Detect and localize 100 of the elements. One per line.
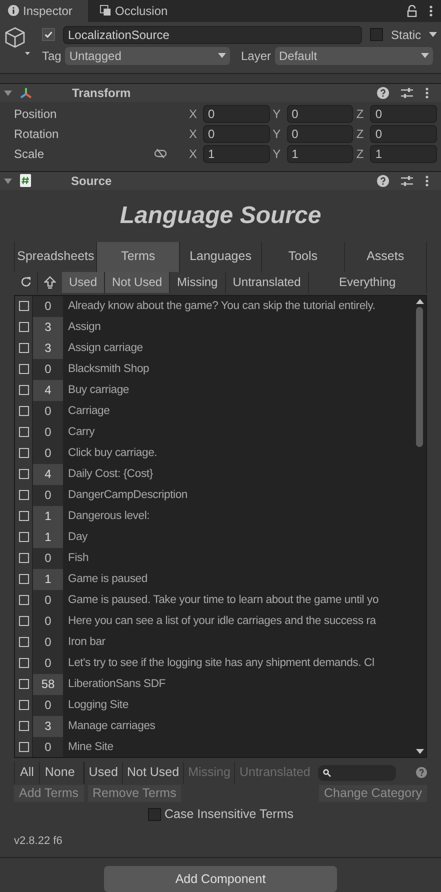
tab[interactable]: Assets (344, 242, 428, 272)
term-name[interactable]: Let's try to see if the logging site has any shipment demands. Cl (63, 652, 413, 674)
help-icon[interactable] (377, 174, 389, 186)
more-icon[interactable] (429, 4, 433, 17)
term-name[interactable]: Buy carriage (63, 380, 413, 400)
term-checkbox[interactable] (18, 301, 28, 311)
help-icon[interactable] (416, 767, 427, 778)
number-field[interactable]: 1 (370, 144, 438, 163)
term-checkbox[interactable] (18, 532, 28, 542)
term-checkbox[interactable] (18, 721, 28, 731)
term-checkbox[interactable] (18, 322, 28, 332)
term-name[interactable]: Carriage (63, 400, 413, 422)
filter-button[interactable]: Not Used (122, 762, 184, 784)
select-button[interactable]: None (38, 762, 80, 784)
scroll-down-icon[interactable] (416, 748, 424, 754)
source-heading: Language Source (120, 200, 322, 230)
refresh-icon[interactable] (20, 276, 32, 288)
term-name[interactable]: Mine Site (63, 736, 413, 756)
term-name[interactable]: LiberationSans SDF (63, 674, 413, 694)
term-name[interactable]: Iron bar (63, 632, 413, 652)
term-name[interactable]: DangerCampDescription (63, 484, 413, 506)
term-name[interactable]: Here you can see a list of your idle carriages and the success ra (63, 610, 413, 632)
active-checkbox[interactable] (42, 28, 55, 42)
term-checkbox[interactable] (18, 637, 28, 647)
component-header[interactable]: Transform (0, 82, 441, 102)
term-name[interactable]: Game is paused. Take your time to learn about the game until yo (63, 590, 413, 610)
window-tab[interactable]: Inspector (0, 0, 88, 22)
sliders-icon[interactable] (401, 86, 413, 99)
term-checkbox[interactable] (18, 742, 28, 752)
term-name[interactable]: Dangerous level: (63, 506, 413, 526)
link-broken-icon[interactable] (154, 149, 167, 158)
number-field[interactable]: 0 (286, 104, 354, 123)
layer-dropdown[interactable]: Default (275, 46, 433, 65)
scroll-up-icon[interactable] (416, 298, 424, 304)
tag-dropdown[interactable]: Untagged (65, 46, 230, 65)
term-checkbox[interactable] (18, 511, 28, 521)
number-field[interactable]: 0 (370, 104, 438, 123)
number-field[interactable]: 1 (203, 144, 270, 163)
usage-count: 0 (33, 442, 63, 464)
add-component-button[interactable]: Add Component (104, 866, 337, 892)
term-checkbox[interactable] (18, 469, 28, 479)
term-name[interactable]: Assign carriage (63, 338, 413, 358)
term-name[interactable]: Blacksmith Shop (63, 358, 413, 380)
search-field[interactable] (318, 764, 396, 780)
help-icon[interactable] (377, 86, 389, 99)
term-name[interactable]: Fish (63, 548, 413, 568)
term-name[interactable]: Game is paused (63, 568, 413, 590)
script-icon (20, 174, 31, 187)
more-icon[interactable] (425, 174, 429, 186)
term-checkbox[interactable] (18, 553, 28, 563)
term-name[interactable]: Carry (63, 422, 413, 442)
term-checkbox[interactable] (18, 343, 28, 353)
more-icon[interactable] (425, 86, 429, 99)
term-name[interactable]: Manage carriages (63, 716, 413, 736)
usage-count: 0 (33, 736, 63, 756)
lock-icon[interactable] (407, 4, 417, 17)
term-checkbox[interactable] (18, 700, 28, 710)
tab[interactable]: Spreadsheets (15, 242, 98, 272)
tab[interactable]: Terms (97, 242, 180, 272)
static-checkbox[interactable] (370, 28, 383, 42)
term-name[interactable]: Logging Site (63, 694, 413, 716)
term-checkbox[interactable] (18, 406, 28, 416)
term-checkbox[interactable] (18, 385, 28, 395)
number-field[interactable]: 0 (203, 124, 270, 143)
scrollbar-thumb[interactable] (416, 306, 423, 446)
term-name[interactable]: Click buy carriage. (63, 442, 413, 464)
foldout-icon[interactable] (4, 88, 12, 97)
name-field[interactable]: LocalizationSource (63, 26, 362, 44)
filter-toggle[interactable]: Used (62, 272, 106, 292)
term-checkbox[interactable] (18, 658, 28, 668)
filter-toggle[interactable]: Untranslated (226, 272, 309, 292)
select-button[interactable]: All (14, 762, 39, 784)
term-name[interactable]: Already know about the game? You can skip the tutorial entirely. (63, 296, 413, 316)
filter-toggle[interactable]: Not Used (105, 272, 170, 292)
case-checkbox[interactable] (148, 808, 160, 821)
term-checkbox[interactable] (18, 427, 28, 437)
term-checkbox[interactable] (18, 448, 28, 458)
number-field[interactable]: 0 (203, 104, 270, 123)
term-checkbox[interactable] (18, 595, 28, 605)
term-checkbox[interactable] (18, 616, 28, 626)
number-field[interactable]: 0 (286, 124, 354, 143)
term-name[interactable]: Assign (63, 316, 413, 338)
term-checkbox[interactable] (18, 490, 28, 500)
sliders-icon[interactable] (401, 174, 413, 186)
number-field[interactable]: 1 (286, 144, 354, 163)
term-checkbox[interactable] (18, 679, 28, 689)
term-name[interactable]: Day (63, 526, 413, 548)
foldout-icon[interactable] (4, 176, 12, 184)
filter-button[interactable]: Used (84, 762, 122, 784)
axis-label: Y (272, 106, 282, 123)
term-checkbox[interactable] (18, 574, 28, 584)
term-checkbox[interactable] (18, 364, 28, 374)
usage-count: 3 (33, 338, 63, 358)
usage-count: 58 (33, 674, 63, 694)
upload-icon[interactable] (44, 276, 56, 288)
number-field[interactable]: 0 (370, 124, 438, 143)
component-title: Source (71, 172, 112, 190)
term-name[interactable]: Daily Cost: {Cost} (63, 464, 413, 484)
component-header[interactable]: Source (0, 170, 441, 190)
filter-toggle[interactable]: Missing (170, 272, 226, 292)
